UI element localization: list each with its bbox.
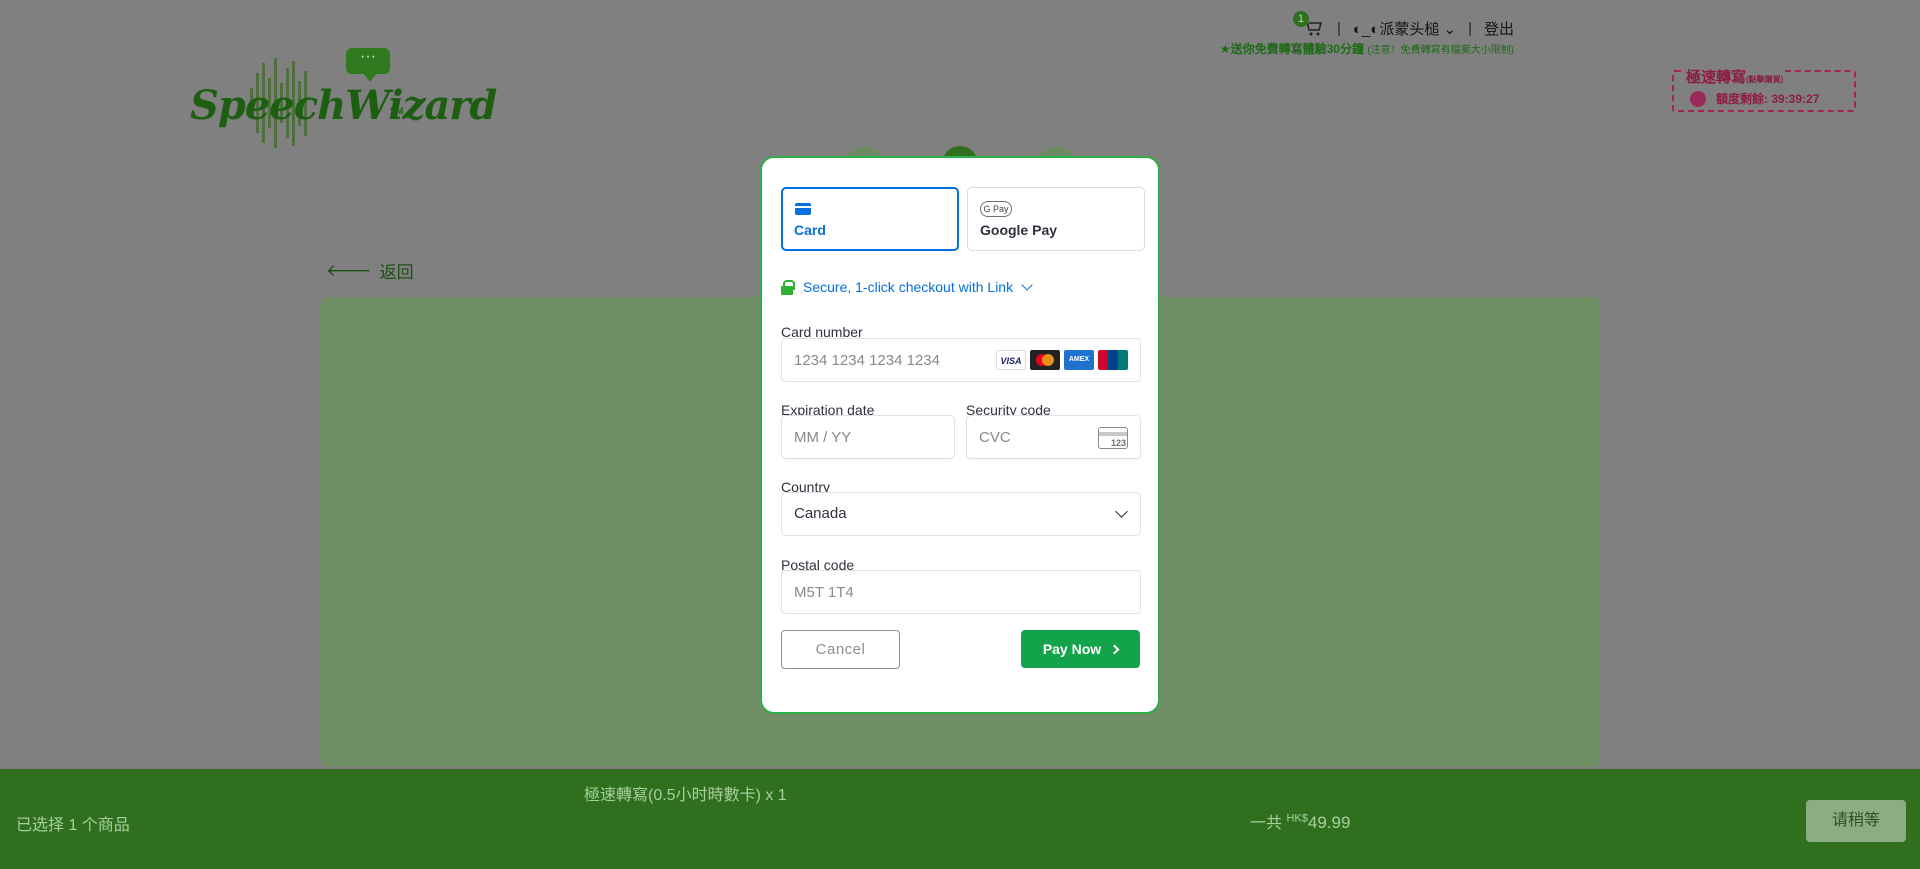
postal-code-field bbox=[781, 570, 1141, 614]
quota-buy-note: (點擊購買) bbox=[1746, 75, 1784, 84]
chevron-down-icon bbox=[1021, 279, 1033, 291]
promo-note: (注意！免費轉寫有檔案大小限制) bbox=[1367, 45, 1514, 56]
total-amount: 49.99 bbox=[1307, 813, 1351, 832]
country-value: Canada bbox=[794, 505, 847, 522]
pay-now-label: Pay Now bbox=[1042, 641, 1102, 657]
chevron-right-icon bbox=[1109, 644, 1120, 654]
selected-count: 已选择 1 个商品 bbox=[16, 817, 130, 834]
chevron-down-icon: ⌄ bbox=[1443, 21, 1457, 38]
quota-remaining: 額度剩餘: 39:39:27 bbox=[1716, 92, 1820, 106]
chevron-down-icon bbox=[1115, 505, 1128, 518]
tab-card-label: Card bbox=[794, 222, 826, 238]
wait-button[interactable]: 请稍等 bbox=[1806, 800, 1906, 842]
order-item: 極速轉寫(0.5小时時數卡) x 1 bbox=[584, 787, 787, 804]
logo-text: SpeechWizard bbox=[190, 82, 497, 129]
expiration-field bbox=[781, 415, 955, 459]
tab-google-pay-label: Google Pay bbox=[980, 222, 1058, 238]
quota-title: 極速轉寫(點擊購買) bbox=[1684, 66, 1786, 87]
free-trial-promo[interactable]: ★送你免費轉寫體驗30分鐘 (注意！免費轉寫有檔案大小限制) bbox=[1220, 40, 1514, 57]
google-pay-icon: G Pay bbox=[980, 201, 1012, 217]
total-prefix: 一共 bbox=[1250, 815, 1283, 832]
clock-icon bbox=[1690, 90, 1706, 107]
quota-box[interactable]: 極速轉寫(點擊購買) 額度剩餘: 39:39:27 bbox=[1672, 66, 1856, 112]
payment-method-tabs: Card G Pay Google Pay bbox=[781, 187, 1145, 251]
quota-row: 額度剩餘: 39:39:27 bbox=[1690, 90, 1819, 107]
tab-card[interactable]: Card bbox=[781, 187, 959, 251]
card-brands: VISA AMEX bbox=[996, 350, 1128, 370]
card-number-field: VISA AMEX bbox=[781, 338, 1141, 382]
visa-icon: VISA bbox=[996, 350, 1026, 370]
postal-code-input[interactable] bbox=[782, 571, 1140, 613]
expiration-input[interactable] bbox=[782, 416, 954, 458]
divider: | bbox=[1468, 20, 1472, 37]
speechwizard-logo[interactable]: ··· SpeechWizard VM bbox=[190, 46, 497, 156]
payment-modal: Card G Pay Google Pay Secure, 1-click ch… bbox=[760, 156, 1160, 714]
user-name: ◐_◐派蒙头槌 bbox=[1352, 21, 1440, 38]
divider: | bbox=[1336, 20, 1341, 37]
lock-icon bbox=[781, 280, 795, 295]
quota-title-text: 極速轉寫 bbox=[1686, 69, 1747, 86]
country-select[interactable]: Canada bbox=[781, 492, 1141, 536]
cart-button[interactable]: 1 bbox=[1292, 10, 1325, 39]
currency: HK$ bbox=[1286, 812, 1308, 825]
logo-chat-bubble-icon: ··· bbox=[346, 48, 390, 82]
back-link[interactable]: 🡐 返回 bbox=[326, 258, 414, 283]
cvc-icon-text: 123 bbox=[1110, 438, 1126, 448]
promo-text: ★送你免費轉寫體驗30分鐘 bbox=[1219, 42, 1364, 56]
order-total: 一共 HK$49.99 bbox=[1250, 809, 1350, 833]
tab-google-pay[interactable]: G Pay Google Pay bbox=[967, 187, 1145, 251]
link-checkout-text: Secure, 1-click checkout with Link bbox=[803, 279, 1014, 295]
cart-count-badge: 1 bbox=[1292, 10, 1309, 27]
back-label: 返回 bbox=[379, 263, 414, 282]
cvc-card-icon: 123 bbox=[1098, 427, 1128, 449]
checkout-footer: 已选择 1 个商品 極速轉寫(0.5小时時數卡) x 1 一共 HK$49.99… bbox=[0, 769, 1920, 869]
security-code-field: 123 bbox=[966, 415, 1141, 459]
card-icon bbox=[795, 203, 811, 215]
arrow-left-icon: 🡐 bbox=[326, 260, 372, 280]
amex-icon: AMEX bbox=[1064, 350, 1094, 370]
logout-link[interactable]: 登出 bbox=[1484, 18, 1514, 39]
pay-now-button[interactable]: Pay Now bbox=[1021, 630, 1140, 668]
top-user-bar: 1 | ◐_◐派蒙头槌 ⌄ | 登出 bbox=[1292, 10, 1514, 39]
logo-suffix: VM bbox=[390, 106, 404, 116]
unionpay-icon bbox=[1098, 350, 1128, 370]
link-checkout-toggle[interactable]: Secure, 1-click checkout with Link bbox=[781, 279, 1033, 295]
mastercard-icon bbox=[1030, 350, 1060, 370]
cancel-button[interactable]: Cancel bbox=[781, 630, 900, 669]
user-menu[interactable]: ◐_◐派蒙头槌 ⌄ bbox=[1353, 18, 1456, 39]
